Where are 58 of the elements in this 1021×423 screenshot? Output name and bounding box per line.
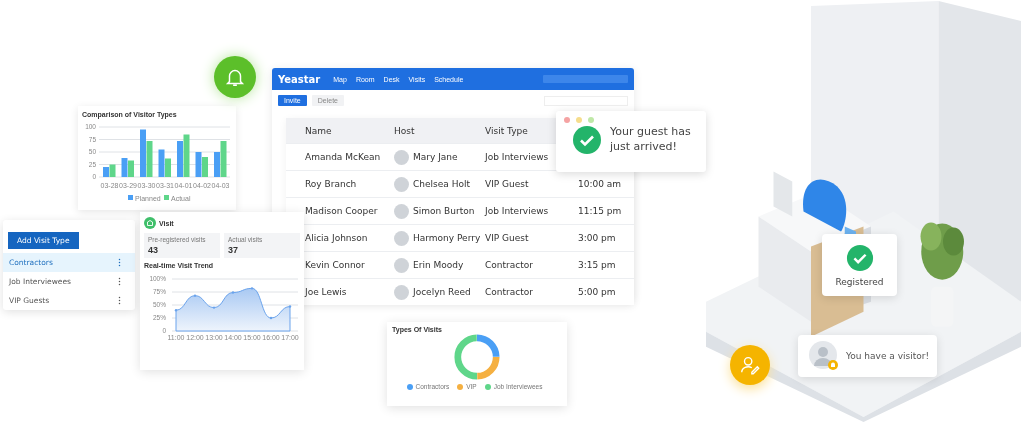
table-cell: 11:15 pm <box>578 206 622 216</box>
table-cell: Simon Burton <box>413 206 475 216</box>
avatar <box>394 203 409 219</box>
table-cell: 5:00 pm <box>578 287 616 297</box>
avatar <box>394 284 409 300</box>
table-cell-text: Contractor <box>485 260 534 270</box>
brand-logo: Yeastar <box>278 73 321 85</box>
check-icon <box>845 243 874 272</box>
stat-value: 37 <box>228 245 239 255</box>
status-text: Registered <box>835 276 884 287</box>
notification-text: You have a visitor! <box>846 351 930 361</box>
table-cell-text: Kevin Connor <box>305 260 366 270</box>
table-cell: 3:00 pm <box>578 233 616 243</box>
window-dot-icon <box>564 117 570 123</box>
search-field[interactable] <box>543 75 628 83</box>
donut-chart-drawing <box>453 333 501 381</box>
table-cell-text: Job Interviews <box>485 206 550 216</box>
bell-icon <box>214 56 256 98</box>
table-cell-text: Roy Branch <box>305 179 358 189</box>
table-cell: 10:00 am <box>578 179 622 189</box>
building-icon <box>144 217 156 229</box>
table-cell-text: Joe Lewis <box>305 287 348 297</box>
data-point <box>269 316 273 320</box>
data-point <box>231 291 235 294</box>
avatar <box>394 176 409 192</box>
data-point <box>193 294 197 297</box>
avatar <box>394 257 409 273</box>
window-dot-icon <box>588 117 594 123</box>
stat-value: 43 <box>148 245 159 255</box>
table-cell-text: Job Interviews <box>485 152 550 162</box>
column-header: Name <box>305 125 333 136</box>
column-header: Host <box>394 125 416 136</box>
data-point <box>212 306 216 309</box>
table-cell: Jocelyn Reed <box>413 287 471 297</box>
table-cell: Mary Jane <box>413 152 458 162</box>
table-cell: Chelsea Holt <box>413 179 470 189</box>
table-cell-text: Madison Cooper <box>305 206 379 216</box>
table-cell-text: Contractor <box>485 287 534 297</box>
data-point <box>288 305 292 308</box>
data-point <box>250 287 254 290</box>
table-cell: 3:15 pm <box>578 260 616 270</box>
window-dot-icon <box>576 117 582 123</box>
data-point <box>174 309 178 312</box>
table-cell-text: Amanda McKean <box>305 152 382 162</box>
table-cell: Harmony Perry <box>413 233 481 243</box>
avatar-with-bell-icon <box>808 340 840 372</box>
table-cell-text: VIP Guest <box>485 233 530 243</box>
notification-text: Your guest has just arrived! <box>610 125 692 155</box>
table-cell-text: Alicia Johnson <box>305 233 369 243</box>
check-icon <box>572 125 602 155</box>
table-cell-text: VIP Guest <box>485 179 530 189</box>
avatar <box>394 149 409 165</box>
person-edit-icon <box>730 345 770 385</box>
avatar <box>394 230 409 246</box>
legend-swatch <box>164 195 169 200</box>
column-header: Visit Type <box>485 125 528 136</box>
table-cell: Erin Moody <box>413 260 464 270</box>
legend-swatch <box>128 195 133 200</box>
